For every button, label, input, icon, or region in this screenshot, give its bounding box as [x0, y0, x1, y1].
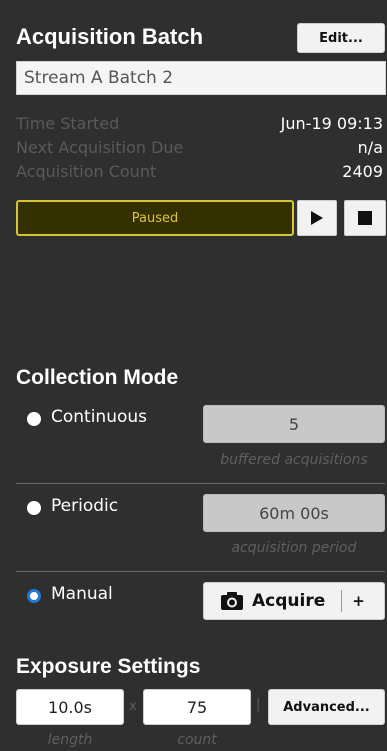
divider — [16, 483, 385, 484]
length-hint: length — [47, 732, 93, 748]
acquisition-batch-title: Acquisition Batch — [16, 24, 204, 49]
continuous-radio[interactable] — [27, 412, 41, 426]
stop-button[interactable] — [344, 200, 386, 236]
acquire-button[interactable]: Acquire + — [203, 582, 385, 620]
acquisition-count-value: 2409 — [342, 162, 383, 181]
count-hint: count — [177, 732, 217, 748]
stop-icon — [358, 211, 372, 225]
next-acquisition-value: n/a — [357, 138, 383, 157]
play-button[interactable] — [297, 200, 337, 236]
exposure-length-field[interactable]: 10.0s — [16, 689, 124, 725]
buffered-acquisitions-field[interactable]: 5 — [203, 405, 385, 443]
play-icon — [311, 211, 323, 225]
batch-name-field[interactable]: Stream A Batch 2 — [16, 61, 386, 95]
edit-button[interactable]: Edit... — [297, 23, 385, 53]
status-indicator: Paused — [16, 200, 294, 236]
periodic-label[interactable]: Periodic — [51, 496, 118, 516]
continuous-label[interactable]: Continuous — [51, 407, 147, 427]
manual-radio[interactable] — [27, 589, 41, 603]
advanced-button[interactable]: Advanced... — [268, 689, 385, 725]
button-separator — [341, 590, 343, 612]
acquisition-count-label: Acquisition Count — [16, 162, 157, 181]
manual-label[interactable]: Manual — [51, 584, 113, 604]
collection-mode-title: Collection Mode — [16, 366, 179, 389]
time-started-label: Time Started — [16, 114, 120, 133]
divider — [16, 571, 385, 572]
exposure-count-field[interactable]: 75 — [143, 689, 251, 725]
acquire-plus-button[interactable]: + — [352, 592, 365, 610]
acquire-label: Acquire — [252, 591, 326, 611]
bar-separator: | — [256, 697, 261, 712]
times-separator: x — [129, 699, 137, 714]
time-started-value: Jun-19 09:13 — [280, 114, 383, 133]
buffered-acquisitions-hint: buffered acquisitions — [220, 452, 368, 468]
exposure-settings-title: Exposure Settings — [16, 655, 201, 678]
acquisition-period-field[interactable]: 60m 00s — [203, 494, 385, 532]
acquisition-period-hint: acquisition period — [231, 540, 357, 556]
periodic-radio[interactable] — [27, 501, 41, 515]
next-acquisition-label: Next Acquisition Due — [16, 138, 184, 157]
camera-icon — [221, 592, 243, 610]
